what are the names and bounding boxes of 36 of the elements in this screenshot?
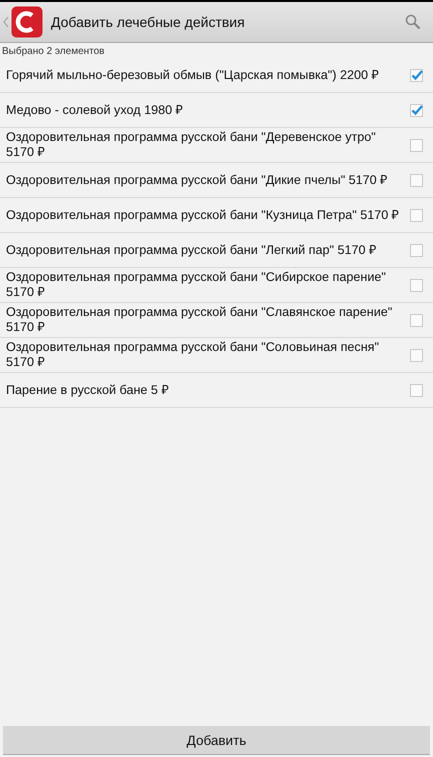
list-item[interactable]: Оздоровительная программа русской бани "Легкий пар" 5170 ₽ bbox=[0, 233, 433, 268]
list-item[interactable]: Оздоровительная программа русской бани "Славянское парение" 5170 ₽ bbox=[0, 303, 433, 338]
search-icon[interactable] bbox=[405, 14, 421, 30]
checkbox[interactable] bbox=[410, 174, 423, 186]
item-label: Оздоровительная программа русской бани "Деревенское утро" 5170 ₽ bbox=[6, 130, 377, 160]
list-item[interactable]: Оздоровительная программа русской бани "Кузница Петра" 5170 ₽ bbox=[0, 198, 433, 233]
checkbox[interactable] bbox=[410, 104, 423, 116]
checkbox[interactable] bbox=[410, 244, 423, 256]
item-label: Оздоровительная программа русской бани "Кузница Петра" 5170 ₽ bbox=[6, 208, 400, 222]
list-item[interactable]: Медово - солевой уход 1980 ₽ bbox=[0, 93, 433, 128]
list-item[interactable]: Оздоровительная программа русской бани "Соловьиная песня" 5170 ₽ bbox=[0, 338, 433, 373]
item-label: Оздоровительная программа русской бани "Дикие пчелы" 5170 ₽ bbox=[6, 172, 388, 188]
item-label: Оздоровительная программа русской бани "Сибирское парение" 5170 ₽ bbox=[6, 270, 387, 300]
back-icon[interactable] bbox=[3, 16, 9, 28]
list-item[interactable]: Оздоровительная программа русской бани "Сибирское парение" 5170 ₽ bbox=[0, 268, 433, 303]
add-button[interactable]: Добавить bbox=[3, 726, 430, 755]
checkbox[interactable] bbox=[410, 278, 423, 292]
item-label: Медово - солевой уход 1980 ₽ bbox=[6, 102, 184, 118]
list-item[interactable]: Оздоровительная программа русской бани "Дикие пчелы" 5170 ₽ bbox=[0, 163, 433, 198]
checkbox[interactable] bbox=[410, 348, 423, 362]
checkbox[interactable] bbox=[410, 208, 423, 222]
list-item[interactable]: Горячий мыльно-березовый обмыв ("Царская помывка") 2200 ₽ bbox=[0, 58, 433, 93]
checkbox[interactable] bbox=[410, 68, 423, 82]
item-label: Оздоровительная программа русской бани "Славянское парение" 5170 ₽ bbox=[6, 305, 394, 335]
checkbox[interactable] bbox=[410, 314, 423, 326]
item-label: Горячий мыльно-березовый обмыв ("Царская помывка") 2200 ₽ bbox=[6, 68, 380, 82]
app-logo-icon[interactable] bbox=[11, 6, 43, 38]
list-item[interactable]: Оздоровительная программа русской бани "Деревенское утро" 5170 ₽ bbox=[0, 128, 433, 163]
selection-count: Выбрано 2 элементов bbox=[1, 45, 106, 58]
screen-title: Добавить лечебные действия bbox=[51, 14, 246, 30]
item-label: Оздоровительная программа русской бани "Соловьиная песня" 5170 ₽ bbox=[6, 340, 380, 370]
list-item[interactable]: Парение в русской бане 5 ₽ bbox=[0, 373, 433, 408]
checkbox[interactable] bbox=[410, 384, 423, 396]
item-label: Парение в русской бане 5 ₽ bbox=[6, 382, 170, 398]
item-label: Оздоровительная программа русской бани "Легкий пар" 5170 ₽ bbox=[6, 242, 377, 258]
checkbox[interactable] bbox=[410, 138, 423, 152]
